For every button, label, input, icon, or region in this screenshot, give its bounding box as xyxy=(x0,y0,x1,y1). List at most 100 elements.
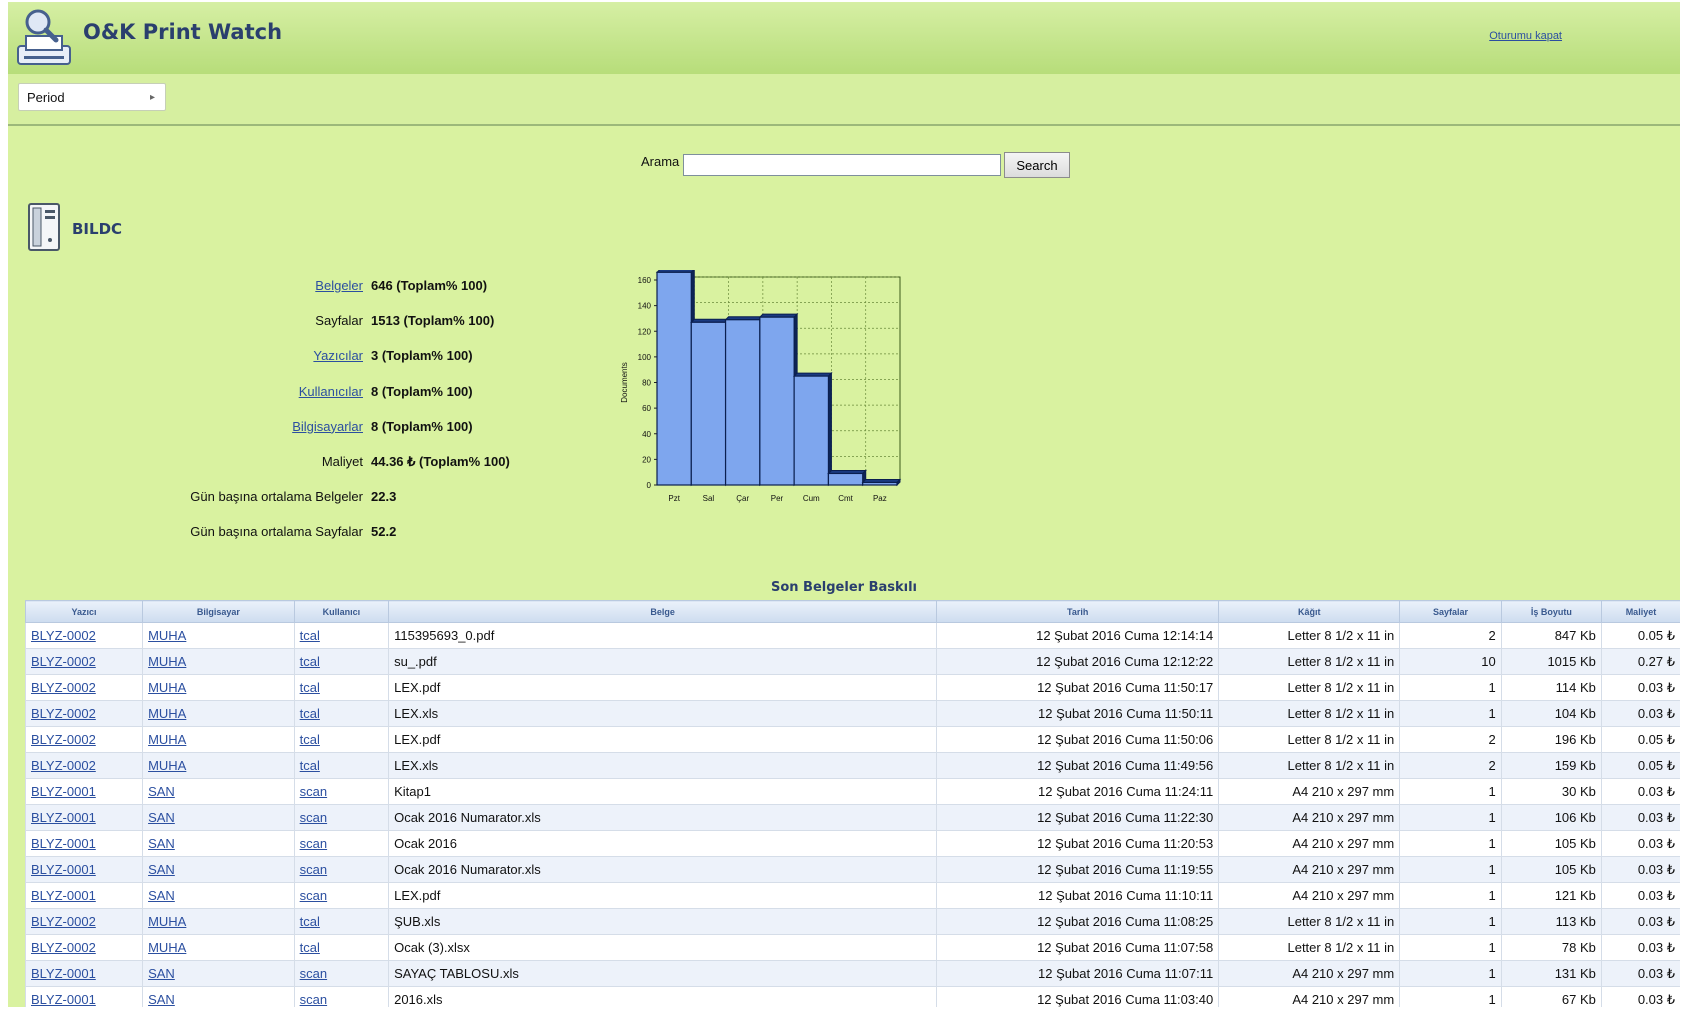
user-link[interactable]: scan xyxy=(300,992,327,1007)
computer-link[interactable]: MUHA xyxy=(148,758,186,773)
table-cell: SAN xyxy=(142,778,295,805)
table-cell: Ocak 2016 Numarator.xls xyxy=(388,804,938,831)
x-tick-label: Cum xyxy=(803,494,820,503)
y-tick-label: 80 xyxy=(642,379,651,388)
logout-link[interactable]: Oturumu kapat xyxy=(1489,30,1562,42)
app-title: O&K Print Watch xyxy=(83,20,283,44)
printer-link[interactable]: BLYZ-0002 xyxy=(31,706,96,721)
computer-link[interactable]: SAN xyxy=(148,836,175,851)
printer-link[interactable]: BLYZ-0002 xyxy=(31,914,96,929)
printer-link[interactable]: BLYZ-0001 xyxy=(31,966,96,981)
user-link[interactable]: scan xyxy=(300,862,327,877)
column-header[interactable]: İş Boyutu xyxy=(1500,600,1602,623)
table-cell: LEX.xls xyxy=(388,700,938,727)
computer-link[interactable]: MUHA xyxy=(148,628,186,643)
user-link[interactable]: tcal xyxy=(300,758,320,773)
printer-link[interactable]: BLYZ-0002 xyxy=(31,940,96,955)
computer-link[interactable]: SAN xyxy=(148,966,175,981)
column-header[interactable]: Bilgisayar xyxy=(142,600,295,623)
recent-documents-table: Yazıcı Bilgisayar Kullanıcı Belge Tarih Kâğıt… xyxy=(24,600,1680,1007)
computer-link[interactable]: MUHA xyxy=(148,706,186,721)
table-cell: 1 xyxy=(1399,700,1502,727)
computer-link[interactable]: MUHA xyxy=(148,732,186,747)
table-row: BLYZ-0002 MUHA tcal su_.pdf 12 Şubat 2016 Cu… xyxy=(24,648,1680,675)
user-link[interactable]: tcal xyxy=(300,914,320,929)
column-header[interactable]: Belge xyxy=(388,600,938,623)
printer-link[interactable]: BLYZ-0001 xyxy=(31,992,96,1007)
table-cell: 12 Şubat 2016 Cuma 12:12:22 xyxy=(936,648,1220,675)
computer-link[interactable]: MUHA xyxy=(148,914,186,929)
table-cell: Letter 8 1/2 x 11 in xyxy=(1218,674,1401,701)
printer-link[interactable]: BLYZ-0002 xyxy=(31,680,96,695)
printer-link[interactable]: BLYZ-0002 xyxy=(31,732,96,747)
computer-link[interactable]: SAN xyxy=(148,992,175,1007)
printer-magnifier-logo-icon xyxy=(17,9,71,65)
stat-label[interactable]: Belgeler xyxy=(8,278,363,293)
user-link[interactable]: tcal xyxy=(300,680,320,695)
table-cell: 1015 Kb xyxy=(1500,648,1602,675)
table-cell: 0.03 ₺ xyxy=(1600,856,1680,883)
printer-link[interactable]: BLYZ-0002 xyxy=(31,758,96,773)
stat-label[interactable]: Kullanıcılar xyxy=(8,384,363,399)
column-header[interactable]: Sayfalar xyxy=(1399,600,1502,623)
computer-link[interactable]: MUHA xyxy=(148,654,186,669)
table-cell: 2016.xls xyxy=(388,986,938,1007)
x-tick-label: Paz xyxy=(873,494,887,503)
table-cell: 12 Şubat 2016 Cuma 11:07:58 xyxy=(936,934,1220,961)
column-header[interactable]: Kâğıt xyxy=(1218,600,1401,623)
table-row: BLYZ-0002 MUHA tcal LEX.xls 12 Şubat 2016 Cu… xyxy=(24,752,1680,779)
table-row: BLYZ-0001 SAN scan SAYAÇ TABLOSU.xls 12 Şuba… xyxy=(24,960,1680,987)
computer-link[interactable]: MUHA xyxy=(148,940,186,955)
table-cell: 106 Kb xyxy=(1500,804,1602,831)
table-cell: BLYZ-0001 xyxy=(24,804,144,831)
search-input[interactable] xyxy=(683,154,1001,176)
printer-link[interactable]: BLYZ-0001 xyxy=(31,784,96,799)
column-header[interactable]: Tarih xyxy=(936,600,1220,623)
period-menu-button[interactable]: Period ▸ xyxy=(18,83,166,111)
column-header[interactable]: Kullanıcı xyxy=(293,600,390,623)
printer-link[interactable]: BLYZ-0002 xyxy=(31,654,96,669)
bar xyxy=(656,271,692,486)
computer-link[interactable]: SAN xyxy=(148,810,175,825)
table-cell: Letter 8 1/2 x 11 in xyxy=(1218,752,1401,779)
table-cell: 0.27 ₺ xyxy=(1600,648,1680,675)
user-link[interactable]: scan xyxy=(300,836,327,851)
table-cell: 1 xyxy=(1399,960,1502,987)
user-link[interactable]: scan xyxy=(300,888,327,903)
printer-link[interactable]: BLYZ-0001 xyxy=(31,888,96,903)
stat-label[interactable]: Bilgisayarlar xyxy=(8,419,363,434)
printer-link[interactable]: BLYZ-0001 xyxy=(31,810,96,825)
table-cell: 159 Kb xyxy=(1500,752,1602,779)
user-link[interactable]: tcal xyxy=(300,732,320,747)
table-cell: MUHA xyxy=(142,700,295,727)
table-cell: 113 Kb xyxy=(1500,908,1602,935)
table-cell: MUHA xyxy=(142,752,295,779)
stat-label[interactable]: Yazıcılar xyxy=(8,348,363,363)
search-button[interactable]: Search xyxy=(1004,152,1070,178)
user-link[interactable]: scan xyxy=(300,784,327,799)
user-link[interactable]: tcal xyxy=(300,654,320,669)
table-cell: 67 Kb xyxy=(1500,986,1602,1007)
bar xyxy=(827,472,864,486)
printer-link[interactable]: BLYZ-0001 xyxy=(31,862,96,877)
user-link[interactable]: scan xyxy=(300,966,327,981)
user-link[interactable]: scan xyxy=(300,810,327,825)
table-cell: Letter 8 1/2 x 11 in xyxy=(1218,726,1401,753)
computer-link[interactable]: SAN xyxy=(148,862,175,877)
user-link[interactable]: tcal xyxy=(300,628,320,643)
computer-link[interactable]: SAN xyxy=(148,888,175,903)
computer-link[interactable]: MUHA xyxy=(148,680,186,695)
column-header[interactable]: Yazıcı xyxy=(24,600,144,623)
table-row: BLYZ-0001 SAN scan Ocak 2016 Numarator.xls 1… xyxy=(24,804,1680,831)
printer-link[interactable]: BLYZ-0002 xyxy=(31,628,96,643)
y-tick-label: 160 xyxy=(638,276,652,285)
table-cell: 115395693_0.pdf xyxy=(388,622,938,649)
computer-link[interactable]: SAN xyxy=(148,784,175,799)
printer-link[interactable]: BLYZ-0001 xyxy=(31,836,96,851)
table-cell: su_.pdf xyxy=(388,648,938,675)
column-header[interactable]: Maliyet xyxy=(1600,600,1680,623)
user-link[interactable]: tcal xyxy=(300,940,320,955)
bar xyxy=(862,481,898,486)
stat-value: 44.36 ₺ (Toplam% 100) xyxy=(371,454,510,469)
user-link[interactable]: tcal xyxy=(300,706,320,721)
